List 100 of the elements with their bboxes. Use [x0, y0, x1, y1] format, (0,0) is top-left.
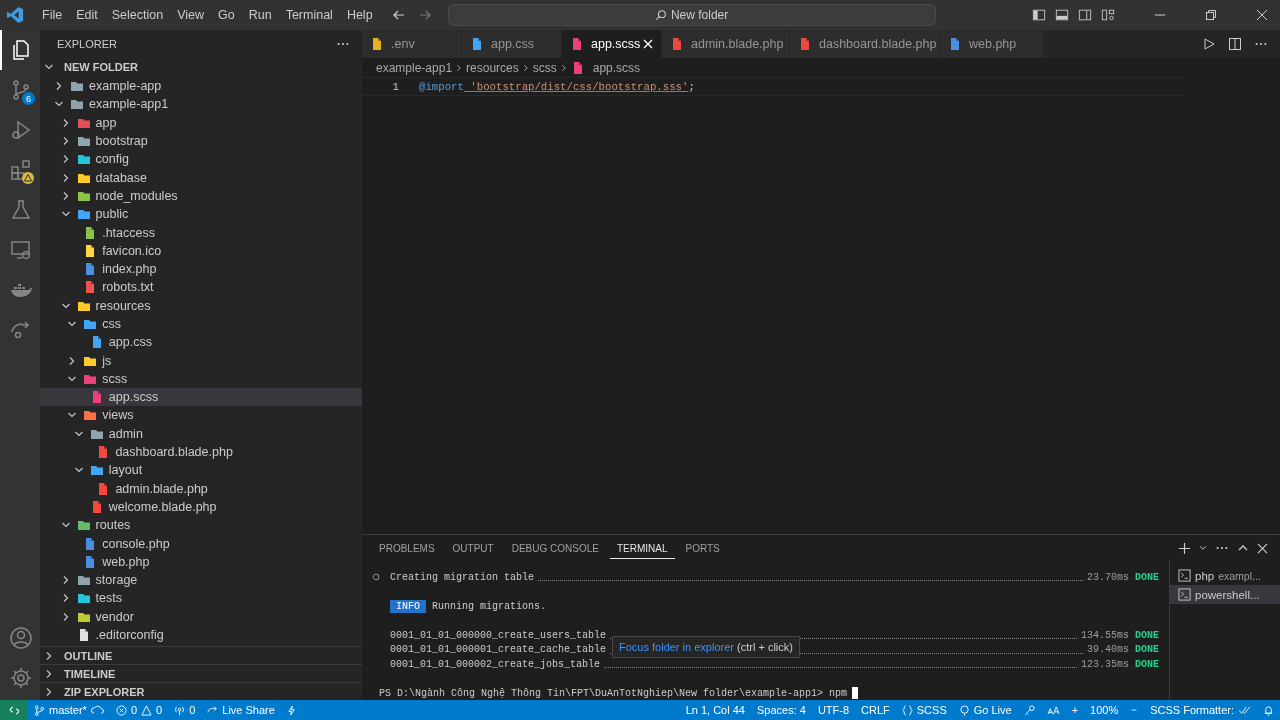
toggle-secondary-sidebar-icon[interactable]: [1078, 8, 1092, 22]
restore-icon[interactable]: [1205, 9, 1217, 21]
bell-icon[interactable]: [1263, 704, 1274, 716]
menu-item[interactable]: Help: [339, 6, 380, 24]
panel-tab[interactable]: DEBUG CONSOLE: [504, 537, 606, 559]
tree-item[interactable]: layout: [40, 461, 362, 480]
zoom-level[interactable]: 100%: [1090, 704, 1119, 716]
menu-item[interactable]: Selection: [104, 6, 171, 24]
lightning-icon[interactable]: [286, 704, 296, 716]
encoding-status[interactable]: UTF-8: [817, 704, 850, 716]
tree-item[interactable]: vendor: [40, 607, 362, 626]
command-center[interactable]: New folder: [447, 4, 936, 26]
split-editor-icon[interactable]: [1228, 37, 1242, 51]
zoom-in-button[interactable]: +: [1071, 704, 1079, 716]
tree-item[interactable]: admin: [40, 424, 362, 443]
cursor-position[interactable]: Ln 1, Col 44: [685, 704, 745, 716]
panel-tab[interactable]: OUTPUT: [445, 537, 501, 559]
editor-tab[interactable]: app.css: [462, 30, 562, 58]
tree-item[interactable]: app.css: [40, 333, 362, 352]
status-text: DONE: [1135, 644, 1159, 656]
tree-item[interactable]: index.php: [40, 259, 362, 279]
tree-item[interactable]: routes: [40, 516, 362, 535]
tree-item[interactable]: js: [40, 351, 362, 370]
font-size-icon[interactable]: [1046, 704, 1060, 716]
code-line: @import 'bootstrap/dist/css/bootstrap.sss';: [419, 80, 695, 93]
tree-item[interactable]: admin.blade.php: [40, 479, 362, 498]
go-live-status[interactable]: Go Live: [958, 704, 1012, 716]
account-icon: [9, 626, 33, 650]
editor-tab[interactable]: .env: [362, 30, 462, 58]
panel-tab[interactable]: PROBLEMS: [372, 537, 442, 559]
editor-tab[interactable]: admin.blade.php: [662, 30, 790, 58]
breadcrumb-item[interactable]: app.scss: [592, 60, 641, 75]
menu-item[interactable]: Run: [241, 6, 279, 24]
section-header[interactable]: OUTLINE: [40, 646, 362, 664]
terminal-list-item[interactable]: powershell...: [1170, 585, 1280, 604]
tree-item[interactable]: config: [40, 150, 362, 169]
section-header[interactable]: NEW FOLDER: [40, 58, 362, 76]
toggle-sidebar-icon[interactable]: [1032, 8, 1046, 22]
breadcrumb-item[interactable]: resources: [466, 60, 519, 75]
panel-tab[interactable]: TERMINAL: [609, 537, 675, 559]
tree-item[interactable]: resources: [40, 296, 362, 315]
editor-tab[interactable]: app.scss: [562, 30, 662, 58]
tree-item[interactable]: node_modules: [40, 186, 362, 206]
terminal-text: 134.55ms: [1080, 629, 1129, 641]
tree-item[interactable]: robots.txt: [40, 278, 362, 297]
live-share-status[interactable]: Live Share: [207, 704, 275, 716]
panel-tab[interactable]: PORTS: [678, 537, 727, 559]
key-icon[interactable]: [1023, 704, 1035, 716]
formatter-status[interactable]: SCSS Formatter:: [1150, 704, 1251, 716]
tree-item[interactable]: app: [40, 113, 362, 132]
line-ending-status[interactable]: CRLF: [861, 704, 890, 716]
tree-item[interactable]: web.php: [40, 552, 362, 571]
breadcrumb-item[interactable]: example-app1: [376, 60, 453, 75]
tree-item[interactable]: console.php: [40, 534, 362, 553]
tree-item[interactable]: scss: [40, 369, 362, 389]
menu-item[interactable]: Go: [211, 6, 242, 24]
section-header[interactable]: TIMELINE: [40, 664, 362, 682]
tree-item[interactable]: example-app1: [40, 95, 362, 114]
tree-item[interactable]: app.scss: [40, 388, 362, 407]
tree-item[interactable]: storage: [40, 571, 362, 590]
breadcrumb-item[interactable]: scss: [532, 60, 557, 75]
tooltip-link[interactable]: Focus folder in explorer: [619, 641, 734, 653]
menu-item[interactable]: Edit: [69, 6, 105, 24]
editor-tab[interactable]: dashboard.blade.php: [790, 30, 940, 58]
tree-item[interactable]: public: [40, 205, 362, 224]
toggle-panel-icon[interactable]: [1055, 8, 1069, 22]
activity-button[interactable]: 6: [0, 70, 40, 110]
editor-tab[interactable]: web.php: [940, 30, 1044, 58]
run-icon[interactable]: [1202, 37, 1216, 51]
close-icon[interactable]: [1256, 9, 1268, 21]
tree-item[interactable]: views: [40, 406, 362, 425]
chevron-down-icon: [44, 62, 54, 72]
back-arrow-icon[interactable]: [391, 8, 406, 22]
tree-item[interactable]: .htaccess: [40, 223, 362, 242]
tree-item[interactable]: database: [40, 168, 362, 187]
layout-icon[interactable]: [1101, 8, 1115, 22]
problems-status[interactable]: 0 0: [115, 704, 163, 716]
language-status[interactable]: SCSS: [901, 704, 947, 716]
tree-item[interactable]: bootstrap: [40, 131, 362, 151]
tree-item[interactable]: example-app: [40, 77, 362, 96]
plus-icon[interactable]: [1178, 541, 1191, 555]
tree-item[interactable]: tests: [40, 589, 362, 608]
search-icon: [654, 9, 667, 21]
indentation-status[interactable]: Spaces: 4: [756, 704, 806, 716]
tree-item[interactable]: welcome.blade.php: [40, 497, 362, 517]
command-decoration-icon[interactable]: [372, 573, 380, 581]
close-icon[interactable]: [1257, 542, 1268, 554]
menu-item[interactable]: Terminal: [278, 6, 340, 24]
menu-item[interactable]: File: [35, 6, 70, 24]
caret-icon[interactable]: [1199, 544, 1207, 552]
tree-item[interactable]: dashboard.blade.php: [40, 442, 362, 462]
forward-arrow-icon[interactable]: [417, 8, 432, 22]
terminal-list-item[interactable]: php exampl...: [1170, 566, 1280, 585]
tree-item[interactable]: favicon.ico: [40, 241, 362, 260]
tree-item[interactable]: .editorconfig: [40, 625, 362, 645]
ports-status[interactable]: 0: [174, 704, 196, 716]
menu-item[interactable]: View: [170, 6, 211, 24]
remote-button[interactable]: [0, 700, 28, 720]
branch-status[interactable]: master*: [34, 704, 104, 716]
tree-item[interactable]: css: [40, 314, 362, 334]
